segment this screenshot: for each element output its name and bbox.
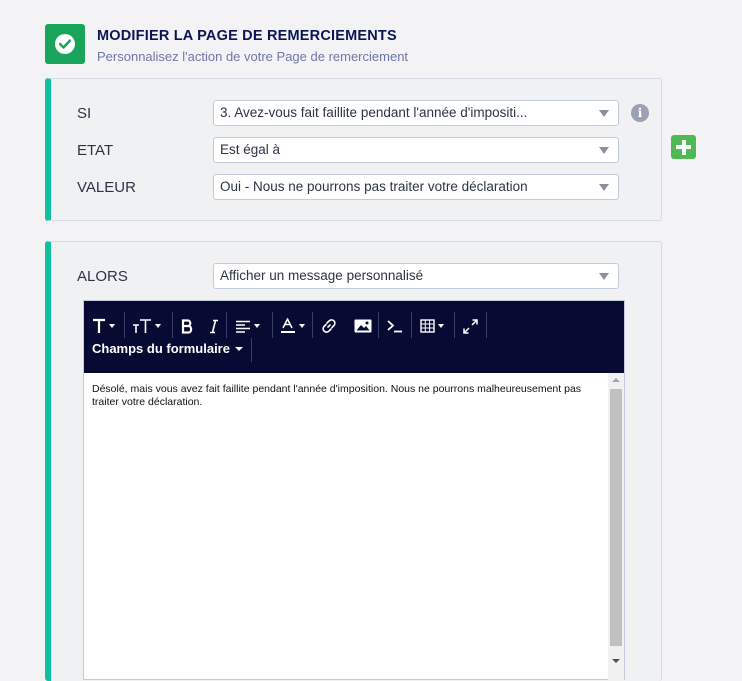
code-button[interactable] [387,315,403,337]
font-size-icon [133,319,151,333]
page-subtitle: Personnalisez l'action de votre Page de … [97,49,409,64]
bold-icon [181,318,193,334]
form-fields-label: Champs du formulaire [92,341,230,356]
font-family-icon [93,318,105,333]
if-field-select[interactable]: 3. Avez-vous fait faillite pendant l'ann… [213,100,619,126]
chevron-down-icon [234,346,243,351]
then-label: ALORS [77,268,128,285]
scroll-down-icon[interactable] [612,659,620,663]
scroll-thumb[interactable] [610,389,622,646]
font-family-button[interactable] [92,315,115,337]
action-value: Afficher un message personnalisé [220,268,424,283]
link-icon [322,319,336,333]
table-icon [420,319,435,333]
editor-scrollbar[interactable] [608,373,624,681]
info-icon[interactable]: i [631,104,649,122]
check-icon [45,24,85,64]
italic-icon [210,319,218,333]
action-select[interactable]: Afficher un message personnalisé [213,263,619,289]
fullscreen-icon [463,318,478,334]
text-color-button[interactable] [280,315,305,337]
if-field-value: 3. Avez-vous fait faillite pendant l'ann… [220,105,528,120]
editor-toolbar: Champs du formulaire [84,301,624,373]
font-size-button[interactable] [132,315,161,337]
state-value: Est égal à [220,142,281,157]
table-button[interactable] [420,315,444,337]
condition-panel: SI 3. Avez-vous fait faillite pendant l'… [45,78,662,221]
rich-text-editor: Champs du formulaire Désolé, mais vous a… [83,300,625,681]
add-condition-button[interactable] [671,135,696,159]
value-value: Oui - Nous ne pourrons pas traiter votre… [220,179,528,194]
page-title: MODIFIER LA PAGE DE REMERCIEMENTS [97,28,397,44]
chevron-down-icon [599,273,609,280]
action-panel: ALORS Afficher un message personnalisé C… [45,241,662,681]
value-select[interactable]: Oui - Nous ne pourrons pas traiter votre… [213,174,619,200]
align-button[interactable] [235,315,260,337]
text-color-icon [281,318,295,333]
scroll-up-icon[interactable] [612,378,620,382]
if-label: SI [77,105,92,122]
form-fields-dropdown[interactable]: Champs du formulaire [92,341,243,356]
state-label: ETAT [77,142,114,159]
italic-button[interactable] [209,315,219,337]
bold-button[interactable] [181,315,193,337]
fullscreen-button[interactable] [463,315,478,337]
state-select[interactable]: Est égal à [213,137,619,163]
align-icon [236,320,250,333]
chevron-down-icon [599,147,609,154]
value-label: VALEUR [77,179,136,196]
editor-content[interactable]: Désolé, mais vous avez fait faillite pen… [92,383,602,409]
image-icon [354,319,372,333]
image-button[interactable] [354,315,372,337]
chevron-down-icon [599,110,609,117]
code-icon [387,320,402,333]
link-button[interactable] [321,315,337,337]
chevron-down-icon [599,184,609,191]
